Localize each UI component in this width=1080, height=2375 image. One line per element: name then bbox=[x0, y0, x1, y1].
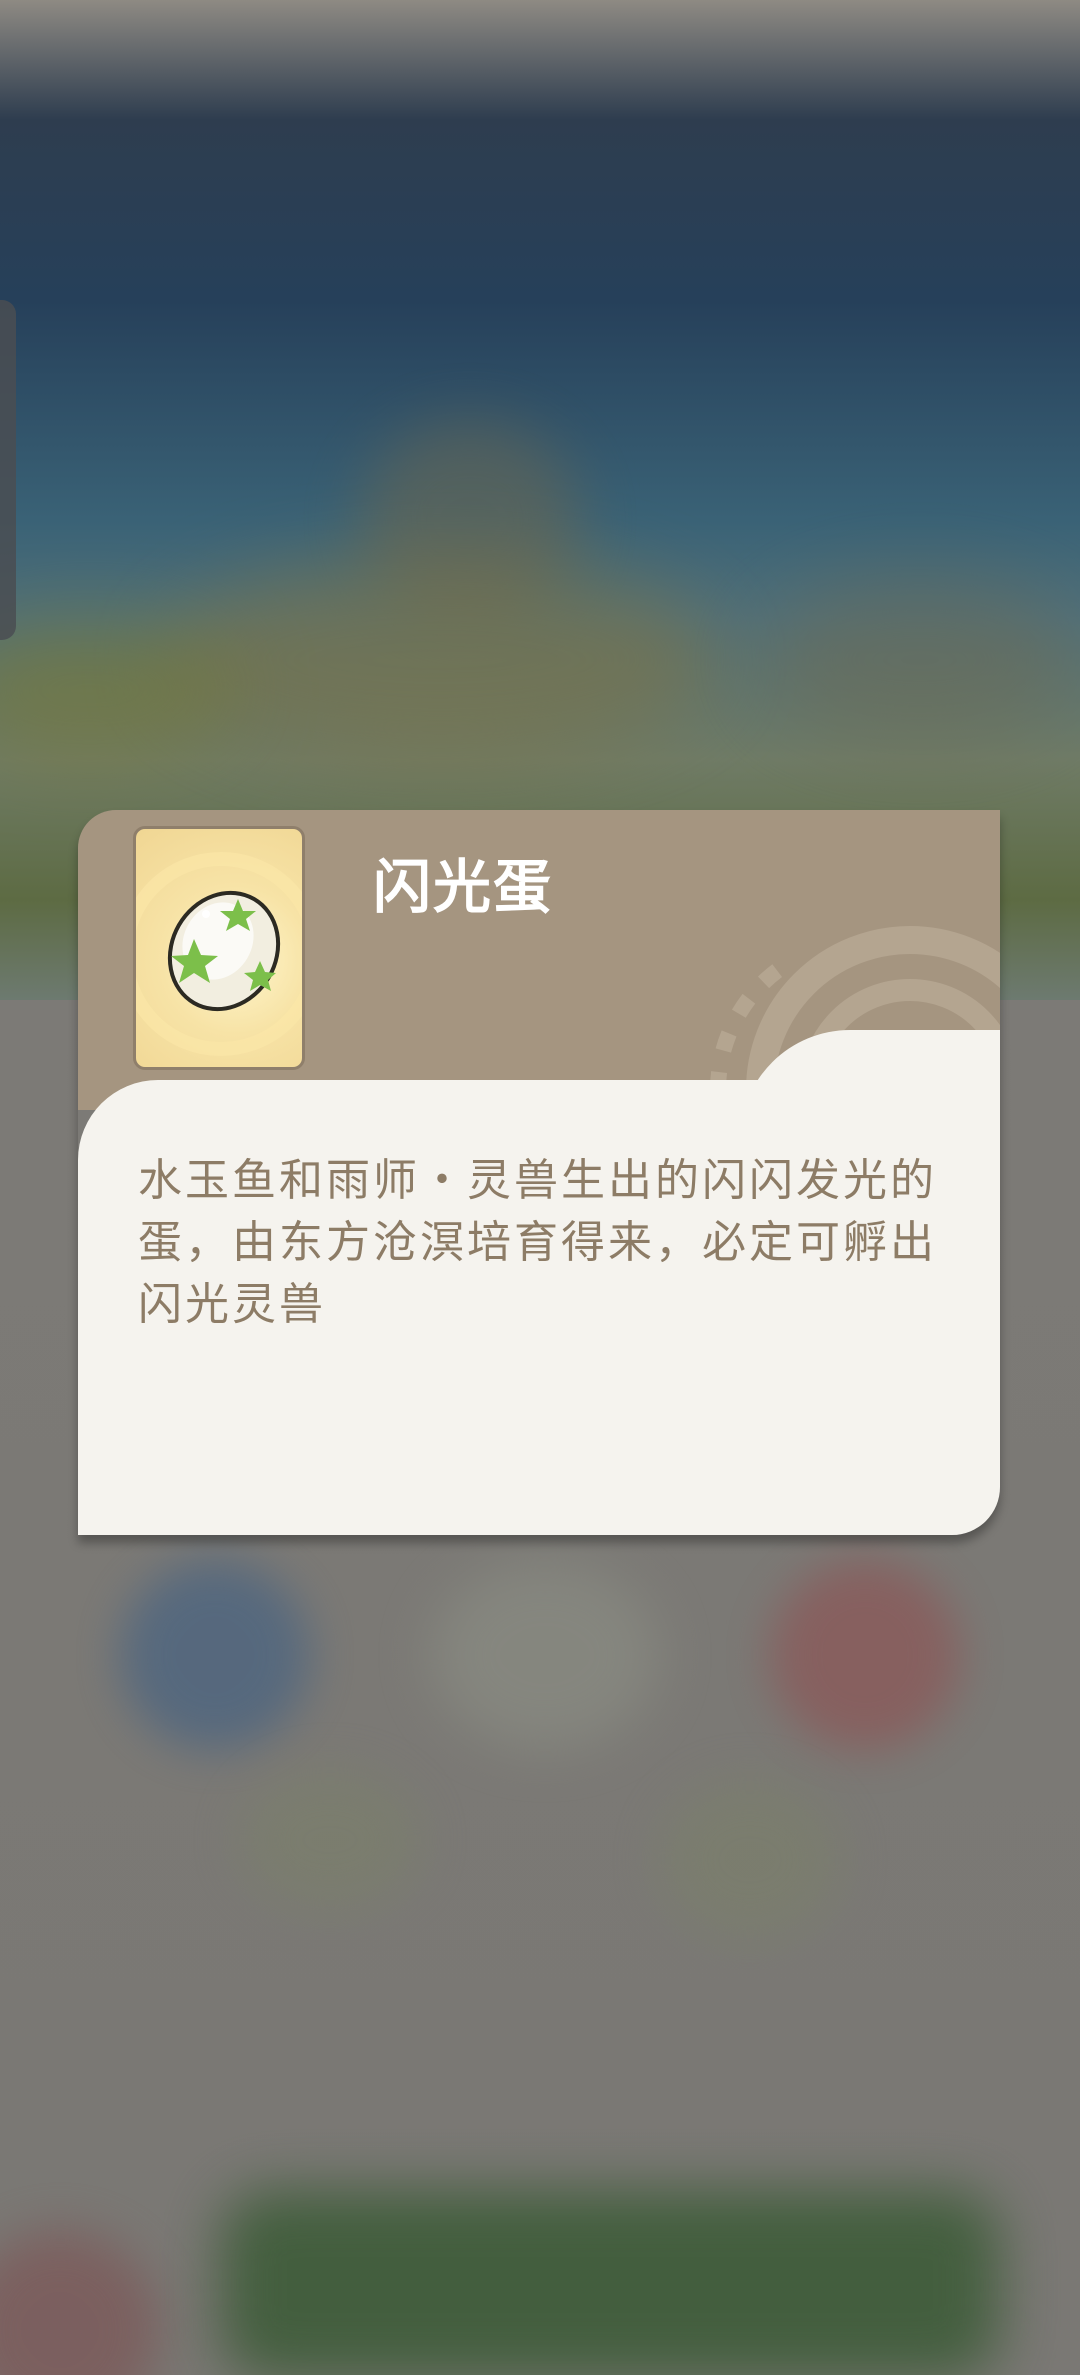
item-detail-card: 闪光蛋 水玉鱼和雨师・灵兽生出的闪闪发光的蛋，由东方沧溟培育得来，必定可孵出闪光… bbox=[78, 810, 1000, 1535]
item-description: 水玉鱼和雨师・灵兽生出的闪闪发光的蛋，由东方沧溟培育得来，必定可孵出闪光灵兽 bbox=[138, 1155, 937, 1330]
blurred-building-right bbox=[760, 580, 1080, 740]
blurred-building bbox=[160, 560, 720, 760]
item-title: 闪光蛋 bbox=[373, 853, 554, 921]
side-panel-tab[interactable] bbox=[0, 300, 16, 640]
blurred-left-slot[interactable] bbox=[240, 1770, 420, 1910]
spotted-egg-icon bbox=[136, 852, 302, 1056]
blurred-right-slot[interactable] bbox=[660, 1780, 840, 1940]
blurred-red-button[interactable] bbox=[770, 1560, 960, 1750]
blurred-blue-button[interactable] bbox=[120, 1560, 310, 1750]
blurred-center-button[interactable] bbox=[430, 1560, 660, 1750]
blurred-confirm-button[interactable] bbox=[220, 2190, 1000, 2375]
game-scene: 闪光蛋 水玉鱼和雨师・灵兽生出的闪闪发光的蛋，由东方沧溟培育得来，必定可孵出闪光… bbox=[0, 0, 1080, 2375]
item-icon-frame bbox=[133, 826, 305, 1070]
